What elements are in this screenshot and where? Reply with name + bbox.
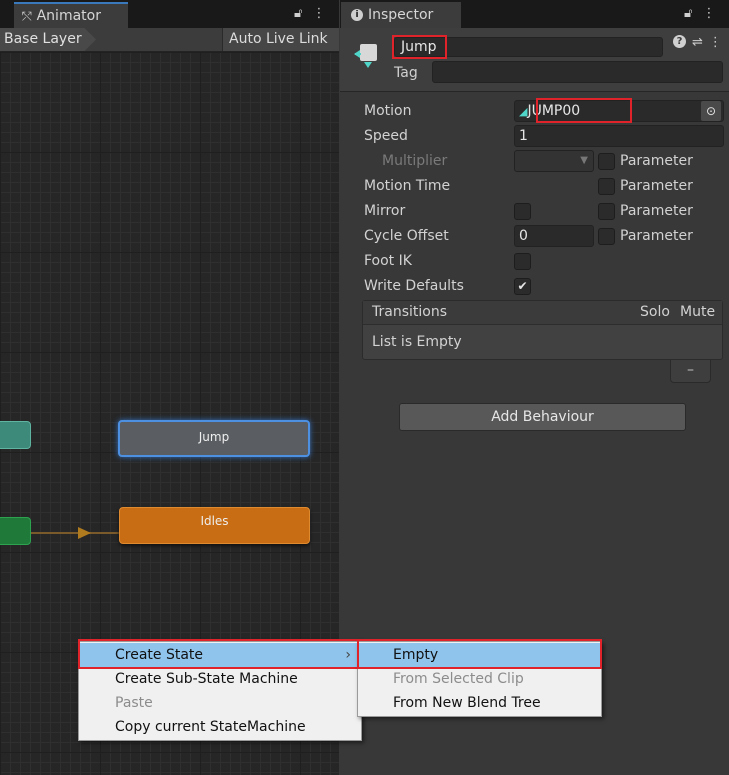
motion-label: Motion (364, 103, 412, 119)
animator-tab-bar: ⤲ Animator 🔓︎ ⋮ (0, 0, 339, 28)
add-behaviour-button[interactable]: Add Behaviour (399, 403, 686, 431)
state-name-highlight (392, 35, 447, 59)
mirror-row: Mirror Parameter (364, 200, 724, 222)
inspector-tab-controls: 🔓︎ ⋮ (684, 6, 715, 21)
speed-label: Speed (364, 128, 408, 144)
transition-line[interactable] (31, 532, 119, 534)
inspector-tab-bar: i Inspector 🔓︎ ⋮ (340, 0, 729, 28)
more-options-icon[interactable]: ⋮ (702, 6, 715, 21)
multiplier-label: Multiplier (382, 153, 448, 169)
remove-transition-button[interactable]: – (670, 360, 711, 383)
transitions-list: Transitions Solo Mute List is Empty (362, 300, 723, 360)
mute-column-header: Mute (680, 304, 716, 320)
mirror-label: Mirror (364, 203, 406, 219)
menu-item-copy-state-machine[interactable]: Copy current StateMachine (79, 715, 361, 739)
animator-state-icon (354, 44, 377, 68)
entry-state-node[interactable] (0, 421, 31, 449)
header-controls: ? ⇌ ⋮ (673, 35, 722, 50)
multiplier-dropdown[interactable]: ▼ (514, 150, 594, 172)
speed-row: Speed 1 (364, 125, 724, 147)
menu-item-paste: Paste (115, 695, 153, 711)
empty-highlight (357, 639, 602, 669)
motion-row: Motion ◢JUMP00 ⊙ (364, 98, 724, 123)
parameter-label: Parameter (620, 228, 693, 244)
write-defaults-label: Write Defaults (364, 278, 464, 294)
auto-live-link-button[interactable]: Auto Live Link (222, 28, 339, 51)
multiplier-row: Multiplier ▼ Parameter (364, 150, 724, 172)
mirror-checkbox[interactable] (514, 203, 531, 220)
animator-tab-controls: 🔓︎ ⋮ (294, 6, 325, 21)
submenu-item-from-new-blend-tree[interactable]: From New Blend Tree (358, 691, 601, 715)
menu-item-create-sub-state-machine[interactable]: Create Sub-State Machine (79, 667, 361, 691)
foot-ik-label: Foot IK (364, 253, 412, 269)
tag-field[interactable] (432, 61, 723, 83)
transition-arrow-icon[interactable] (78, 527, 91, 539)
green-state-node[interactable] (0, 517, 31, 545)
write-defaults-checkbox[interactable]: ✔ (514, 278, 531, 295)
foot-ik-row: Foot IK (364, 250, 724, 272)
write-defaults-row: Write Defaults ✔ (364, 275, 724, 297)
parameter-label: Parameter (620, 153, 693, 169)
motion-highlight (536, 98, 632, 123)
unity-editor: ⤲ Animator 🔓︎ ⋮ Base Layer Auto Live Lin… (0, 0, 729, 775)
multiplier-parameter-checkbox[interactable] (598, 153, 615, 170)
create-state-highlight (78, 639, 362, 669)
animator-tab[interactable]: ⤲ Animator (14, 2, 128, 28)
idles-state-node[interactable]: Idles (119, 507, 310, 544)
tag-label: Tag (394, 65, 418, 81)
inspector-header: Jump ? ⇌ ⋮ Tag (340, 28, 729, 92)
parameter-label: Parameter (620, 203, 693, 219)
animator-toolbar: Base Layer Auto Live Link (0, 28, 339, 52)
more-options-icon[interactable]: ⋮ (312, 6, 325, 21)
help-icon[interactable]: ? (673, 35, 686, 48)
checkmark-icon: ✔ (517, 279, 528, 293)
animator-icon: ⤲ (22, 8, 32, 23)
solo-column-header: Solo (640, 304, 670, 320)
transitions-header: Transitions Solo Mute (363, 301, 722, 325)
cycle-offset-field[interactable]: 0 (514, 225, 594, 247)
transitions-title: Transitions (372, 304, 447, 320)
inspector-tab-label: Inspector (368, 7, 434, 23)
info-icon: i (351, 9, 363, 21)
motion-time-row: Motion Time Parameter (364, 175, 724, 197)
mirror-parameter-checkbox[interactable] (598, 203, 615, 220)
cycle-offset-parameter-checkbox[interactable] (598, 228, 615, 245)
preset-icon[interactable]: ⇌ (692, 35, 703, 50)
layer-breadcrumb[interactable]: Base Layer (0, 28, 96, 51)
animator-tab-label: Animator (36, 8, 101, 24)
cycle-offset-row: Cycle Offset 0 Parameter (364, 225, 724, 247)
lock-icon[interactable]: 🔓︎ (684, 6, 692, 21)
inspector-tab[interactable]: i Inspector (341, 2, 461, 28)
chevron-down-icon: ▼ (580, 155, 588, 166)
more-options-icon[interactable]: ⋮ (709, 35, 722, 50)
speed-field[interactable]: 1 (514, 125, 724, 147)
object-picker-icon[interactable]: ⊙ (701, 101, 721, 121)
list-empty-text: List is Empty (372, 334, 462, 350)
parameter-label: Parameter (620, 178, 693, 194)
submenu-item-from-selected-clip: From Selected Clip (393, 671, 524, 687)
foot-ik-checkbox[interactable] (514, 253, 531, 270)
lock-icon[interactable]: 🔓︎ (294, 6, 302, 21)
cycle-offset-label: Cycle Offset (364, 228, 449, 244)
jump-state-node[interactable]: Jump (118, 420, 310, 457)
motion-time-label: Motion Time (364, 178, 451, 194)
motion-time-parameter-checkbox[interactable] (598, 178, 615, 195)
